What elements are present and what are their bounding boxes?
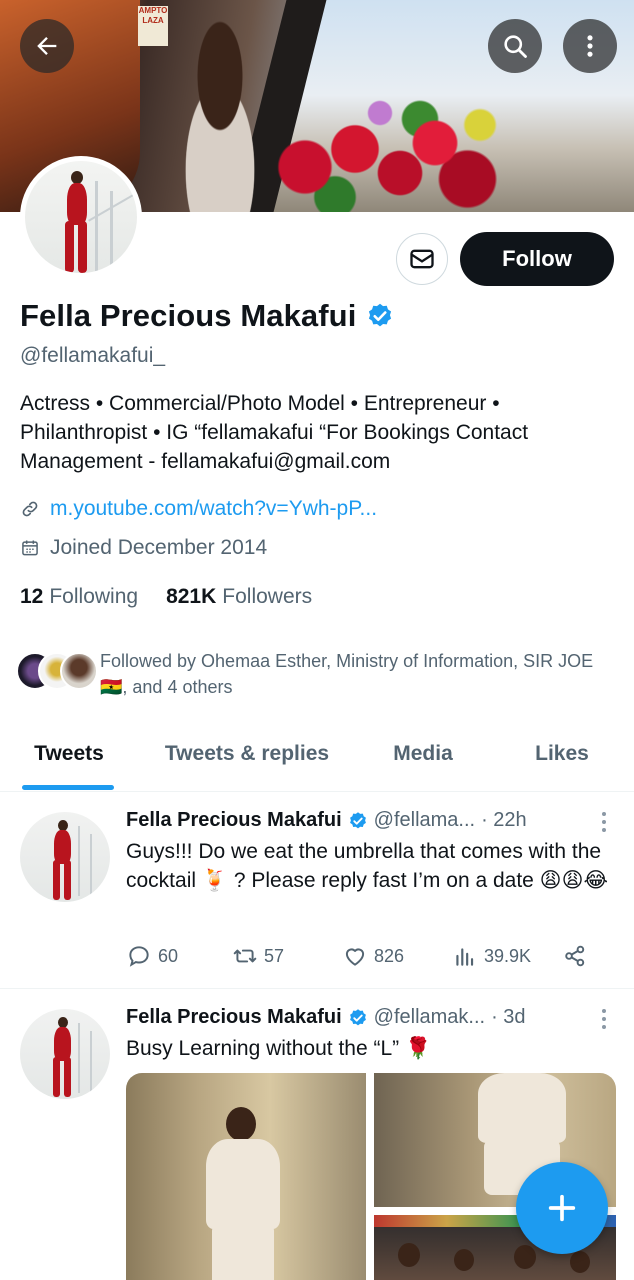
tweet-photo-1[interactable]: [126, 1073, 366, 1280]
follower-avatar-3: [60, 652, 98, 690]
calendar-icon: [22, 540, 38, 556]
following-count-link[interactable]: 12 Following: [20, 585, 138, 609]
tweet-timestamp[interactable]: · 22h: [481, 809, 527, 832]
profile-handle: @fellamakafui_: [20, 344, 166, 367]
profile-name: Fella Precious Makafui: [20, 298, 357, 333]
active-tab-indicator: [22, 785, 114, 790]
tweet-author-handle: @fellamak...: [373, 1006, 486, 1028]
profile-tabs: Tweets Tweets & replies Media Likes: [0, 724, 634, 792]
tweet-author-handle: @fellama...: [373, 809, 476, 831]
plus-icon: [548, 1194, 576, 1222]
followers-label: Followers: [222, 585, 313, 608]
search-icon: [504, 35, 527, 58]
verified-badge-icon: [349, 811, 366, 828]
tab-tweets-replies[interactable]: Tweets & replies: [138, 724, 356, 784]
heart-icon: [345, 948, 365, 966]
profile-link-row: m.youtube.com/watch?v=Ywh-pP...: [20, 497, 377, 521]
view-count: 39.9K: [484, 945, 532, 966]
tweet-more-button[interactable]: [602, 1009, 608, 1033]
tweet-text: Busy Learning without the “L” 🌹: [126, 1037, 432, 1060]
tab-media[interactable]: Media: [356, 724, 490, 784]
following-label: Following: [49, 585, 139, 608]
retweet-button[interactable]: 57: [232, 943, 342, 969]
back-arrow-icon: [37, 37, 57, 55]
followed-by-text: Followed by Ohemaa Esther, Ministry of I…: [100, 651, 594, 697]
like-button[interactable]: 826: [342, 943, 452, 969]
compose-tweet-button[interactable]: [516, 1162, 608, 1254]
more-options-button[interactable]: [563, 19, 617, 73]
profile-website-link[interactable]: m.youtube.com/watch?v=Ywh-pP...: [50, 497, 377, 521]
tweet-author-avatar[interactable]: [20, 1009, 110, 1099]
banner-flowers: [255, 95, 505, 212]
verified-badge-icon[interactable]: [366, 302, 394, 330]
profile-bio: Actress • Commercial/Photo Model • Entre…: [20, 392, 529, 473]
following-count: 12: [20, 585, 44, 608]
followed-by-row[interactable]: Followed by Ohemaa Esther, Ministry of I…: [16, 648, 620, 700]
tweet-author-avatar[interactable]: [20, 812, 110, 902]
followers-count: 821K: [166, 585, 217, 608]
retweet-icon: [233, 949, 257, 963]
tweet-author-name[interactable]: Fella Precious Makafui: [126, 1006, 342, 1029]
views-button[interactable]: 39.9K: [452, 943, 562, 969]
tab-likes[interactable]: Likes: [490, 724, 634, 784]
profile-joined-row: Joined December 2014: [20, 536, 267, 560]
views-chart-icon: [456, 948, 474, 966]
tweet-timestamp[interactable]: · 3d: [491, 1006, 525, 1029]
tweet-header: Fella Precious Makafui @fellama... · 22h: [126, 809, 527, 832]
link-icon: [22, 501, 38, 517]
message-button[interactable]: [396, 233, 448, 285]
search-button[interactable]: [488, 19, 542, 73]
tweet-more-button[interactable]: [602, 812, 608, 836]
tab-tweets[interactable]: Tweets: [0, 724, 138, 784]
reply-count: 60: [158, 945, 179, 966]
more-vertical-icon: [587, 35, 593, 57]
profile-avatar[interactable]: [20, 156, 142, 278]
tweet-text: Guys!!! Do we eat the umbrella that come…: [126, 840, 608, 892]
back-button[interactable]: [20, 19, 74, 73]
profile-name-row: Fella Precious Makafui: [20, 298, 394, 334]
reply-button[interactable]: 60: [126, 943, 232, 969]
tweet-author-name[interactable]: Fella Precious Makafui: [126, 809, 342, 832]
share-button[interactable]: [562, 943, 594, 969]
retweet-count: 57: [264, 945, 285, 966]
share-icon: [565, 945, 585, 967]
profile-joined-date: Joined December 2014: [50, 536, 268, 559]
envelope-icon: [410, 249, 434, 269]
followers-count-link[interactable]: 821K Followers: [166, 585, 312, 609]
follow-button[interactable]: Follow: [460, 232, 614, 286]
tweet-header: Fella Precious Makafui @fellamak... · 3d: [126, 1006, 526, 1029]
reply-icon: [129, 946, 149, 967]
tweet-actions: 60 57 826 39.9K: [126, 943, 606, 969]
followed-by-avatars: [16, 648, 98, 692]
like-count: 826: [374, 945, 405, 966]
tweet[interactable]: Fella Precious Makafui @fellama... · 22h…: [0, 792, 634, 989]
verified-badge-icon: [349, 1008, 366, 1025]
follow-counts: 12 Following 821K Followers: [20, 585, 340, 609]
